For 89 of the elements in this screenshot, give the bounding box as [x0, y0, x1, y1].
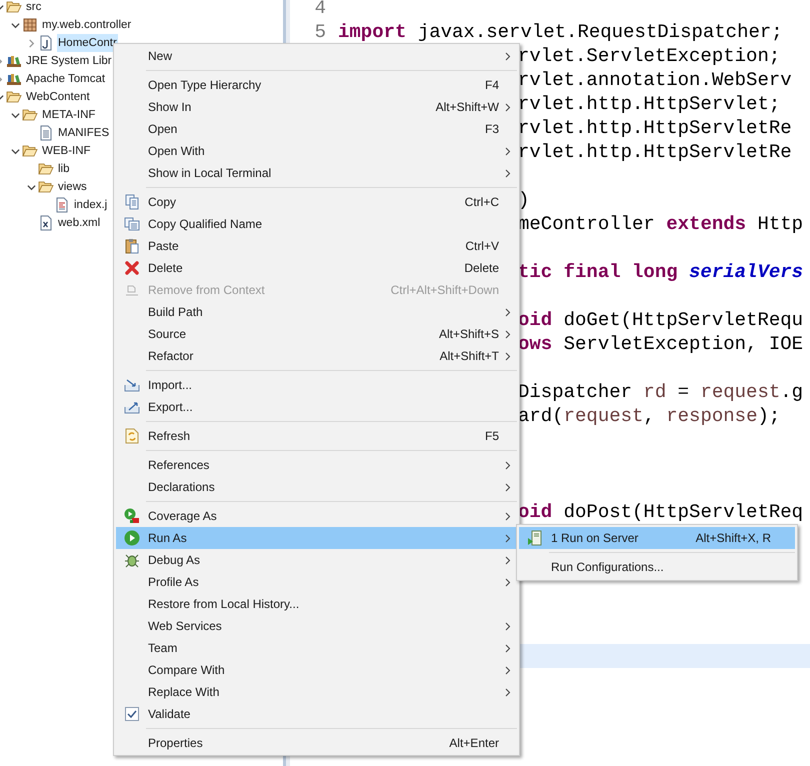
menu-item[interactable]: Declarations [116, 476, 517, 498]
code-line: rvlet.ServletException; [518, 44, 780, 69]
folder-icon [38, 161, 54, 177]
import-icon [124, 377, 140, 393]
menu-item[interactable]: References [116, 454, 517, 476]
checkbox-icon[interactable] [125, 707, 139, 721]
code-line: rvlet.http.HttpServletRe [518, 116, 792, 141]
menu-item[interactable]: Show in Local Terminal [116, 162, 517, 184]
menu-item[interactable]: Build Path [116, 301, 517, 323]
menu-item[interactable]: Replace With [116, 681, 517, 703]
folder-icon [22, 143, 38, 159]
tree-item[interactable]: Apache Tomcat [25, 70, 106, 88]
refresh-icon [124, 428, 140, 444]
code-line: oid doGet(HttpServletRequ [518, 308, 804, 333]
folder-icon [6, 89, 22, 105]
menu-item[interactable]: Source Alt+Shift+S [116, 323, 517, 345]
menu-item[interactable]: Refactor Alt+Shift+T [116, 345, 517, 367]
run-icon [124, 530, 140, 546]
menu-item[interactable]: Profile As [116, 571, 517, 593]
coverage-icon [124, 508, 140, 524]
menu-item[interactable]: Paste Ctrl+V [116, 235, 517, 257]
menu-item[interactable]: Show In Alt+Shift+W [116, 96, 517, 118]
menu-item[interactable]: Import... [116, 374, 517, 396]
menu-item[interactable]: Coverage As [116, 505, 517, 527]
tree-item[interactable]: MANIFES [57, 124, 110, 142]
folder-icon [22, 107, 38, 123]
expanded-chevron-icon[interactable] [26, 182, 36, 192]
menu-item[interactable]: Open F3 [116, 118, 517, 140]
bug-icon [124, 552, 140, 568]
delete-icon [124, 260, 140, 276]
menu-item[interactable]: Refresh F5 [116, 425, 517, 447]
books-icon [6, 53, 22, 69]
tree-item[interactable]: web.xml [57, 214, 102, 232]
tree-item[interactable]: WEB-INF [41, 142, 92, 160]
tree-item[interactable]: src [25, 0, 42, 16]
tree-item[interactable]: views [57, 178, 88, 196]
menu-item[interactable]: Delete Delete [116, 257, 517, 279]
menu-item[interactable]: Restore from Local History... [116, 593, 517, 615]
code-line: ) [518, 188, 530, 213]
paste-icon [124, 238, 140, 254]
expanded-chevron-icon[interactable] [10, 110, 20, 120]
menu-item[interactable]: Copy Qualified Name [116, 213, 517, 235]
copy-name-icon [124, 216, 140, 232]
code-line: ard(request, response); [518, 404, 780, 429]
menu-item[interactable]: Open With [116, 140, 517, 162]
xml-file-icon [38, 215, 54, 231]
copy-icon [124, 194, 140, 210]
jsp-file-icon [54, 197, 70, 213]
expanded-chevron-icon[interactable] [10, 20, 20, 30]
menu-item[interactable]: Open Type Hierarchy F4 [116, 74, 517, 96]
code-line: rvlet.http.HttpServlet; [518, 92, 780, 117]
code-line: meController extends Http [518, 212, 804, 237]
line-number: 5 [314, 20, 326, 45]
menu-item[interactable]: 1 Run on Server Alt+Shift+X, R [519, 527, 795, 549]
folder-icon [38, 179, 54, 195]
text-file-icon [38, 125, 54, 141]
menu-item[interactable]: Debug As [116, 549, 517, 571]
java-file-icon [38, 35, 54, 51]
menu-item[interactable]: Compare With [116, 659, 517, 681]
menu-item[interactable]: Run As [116, 527, 517, 549]
menu-item[interactable]: Validate [116, 703, 517, 725]
menu-item[interactable]: Copy Ctrl+C [116, 191, 517, 213]
code-line: Dispatcher rd = request.g [518, 380, 804, 405]
tree-item[interactable]: JRE System Libr [25, 52, 113, 70]
code-line: rvlet.annotation.WebServ [518, 68, 792, 93]
tree-item[interactable]: index.j [73, 196, 108, 214]
package-icon [22, 17, 38, 33]
menu-item[interactable]: Team [116, 637, 517, 659]
code-line: oid doPost(HttpServletReq [518, 500, 804, 525]
tree-item[interactable]: my.web.controller [41, 16, 132, 34]
line-number: 4 [314, 0, 326, 21]
books-icon [6, 71, 22, 87]
menu-item[interactable]: Run Configurations... [519, 556, 795, 578]
code-line: rvlet.http.HttpServletRe [518, 140, 792, 165]
code-line: ows ServletException, IOE [518, 332, 804, 357]
menu-item[interactable]: New [116, 45, 517, 67]
tree-item[interactable]: WebContent [25, 88, 91, 106]
server-run-icon [527, 530, 543, 546]
code-line: tic final long serialVers [518, 260, 804, 285]
menu-item[interactable]: Web Services [116, 615, 517, 637]
folder-icon [6, 0, 22, 15]
expanded-chevron-icon[interactable] [10, 146, 20, 156]
menu-item[interactable]: Export... [116, 396, 517, 418]
code-line: import javax.servlet.RequestDispatcher; [338, 20, 783, 45]
tree-item[interactable]: META-INF [41, 106, 96, 124]
menu-item[interactable]: Properties Alt+Enter [116, 732, 517, 754]
tree-item[interactable]: HomeContr [57, 34, 118, 52]
tree-item[interactable]: lib [57, 160, 71, 178]
collapsed-chevron-icon[interactable] [26, 38, 36, 48]
